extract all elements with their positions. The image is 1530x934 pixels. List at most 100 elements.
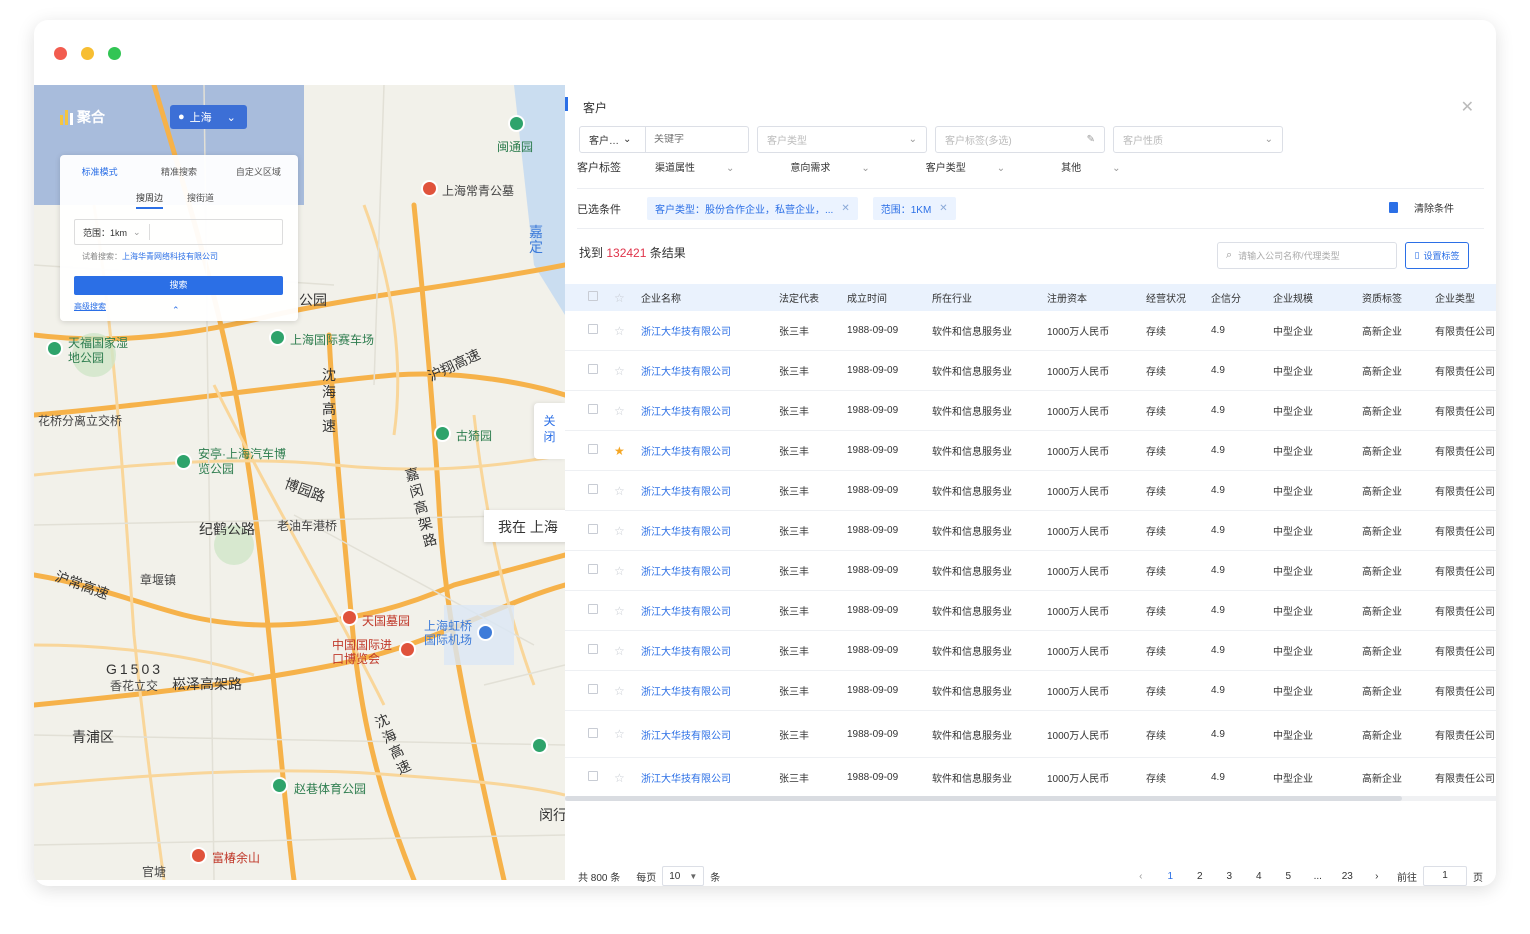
column-header[interactable]: 企信分 xyxy=(1211,290,1273,305)
company-name-link[interactable]: 浙江大华技有限公司 xyxy=(641,643,779,658)
tab-standard-mode[interactable]: 标准模式 xyxy=(60,165,139,178)
clear-conditions-button[interactable]: 清除条件 xyxy=(1389,200,1454,215)
column-header[interactable]: 成立时间 xyxy=(847,290,932,305)
star-icon[interactable]: ☆ xyxy=(614,324,625,338)
table-row[interactable]: ☆ 浙江大华技有限公司 张三丰 1988-09-09 软件和信息服务业 1000万人民币 存… xyxy=(565,511,1496,551)
maximize-window-button[interactable] xyxy=(108,47,121,60)
row-checkbox[interactable] xyxy=(588,644,598,654)
page-number[interactable]: 4 xyxy=(1244,871,1274,882)
suggestion-link[interactable]: 上海华青网络科技有限公司 xyxy=(122,252,218,261)
advanced-search-link[interactable]: 高级搜索 xyxy=(74,301,106,312)
dropdown-intent[interactable]: 意向需求 ⌄ xyxy=(790,159,897,175)
company-search-input[interactable]: ⌕ 请输入公司名称/代理类型 xyxy=(1217,242,1397,269)
page-number[interactable]: 2 xyxy=(1185,871,1215,882)
column-header[interactable]: 企业类型 xyxy=(1435,290,1495,305)
company-name-link[interactable]: 浙江大华技有限公司 xyxy=(641,563,779,578)
column-header[interactable]: 经营状况 xyxy=(1146,290,1211,305)
row-checkbox[interactable] xyxy=(588,564,598,574)
row-checkbox[interactable] xyxy=(588,684,598,694)
table-row[interactable]: ☆ 浙江大华技有限公司 张三丰 1988-09-09 软件和信息服务业 1000万人民币 存… xyxy=(565,471,1496,511)
condition-chip[interactable]: 范围：1KM ✕ xyxy=(872,197,956,220)
table-row[interactable]: ☆ 浙江大华技有限公司 张三丰 1988-09-09 软件和信息服务业 1000万人民币 存… xyxy=(565,351,1496,391)
map-view[interactable]: 聚合 ● 上海 ⌄ 标准模式 精准搜索 自定义区域 搜周边 搜街道 范围：1km… xyxy=(34,85,565,880)
tab-custom-area[interactable]: 自定义区域 xyxy=(219,165,298,178)
range-input[interactable]: 范围：1km ⌄ xyxy=(74,219,283,245)
column-header[interactable]: 企业规模 xyxy=(1273,290,1362,305)
close-icon[interactable]: ✕ xyxy=(841,203,849,214)
customer-nature-select[interactable]: 客户性质 ⌄ xyxy=(1113,126,1283,153)
minimize-window-button[interactable] xyxy=(81,47,94,60)
company-name-link[interactable]: 浙江大华技有限公司 xyxy=(641,603,779,618)
horizontal-scrollbar[interactable] xyxy=(565,796,1402,801)
close-icon[interactable]: ✕ xyxy=(939,203,947,214)
condition-chip[interactable]: 客户类型：股份合作企业，私营企业，... ✕ xyxy=(647,197,858,220)
goto-page-input[interactable]: 1 xyxy=(1423,866,1467,886)
company-name-link[interactable]: 浙江大华技有限公司 xyxy=(641,363,779,378)
select-all-checkbox[interactable] xyxy=(588,291,598,301)
table-row[interactable]: ☆ 浙江大华技有限公司 张三丰 1988-09-09 软件和信息服务业 1000万人民币 存… xyxy=(565,551,1496,591)
company-name-link[interactable]: 浙江大华技有限公司 xyxy=(641,403,779,418)
column-header[interactable]: 企业名称 xyxy=(641,290,779,305)
company-name-link[interactable]: 浙江大华技有限公司 xyxy=(641,727,779,742)
table-row[interactable]: ☆ 浙江大华技有限公司 张三丰 1988-09-09 软件和信息服务业 1000万人民币 存… xyxy=(565,391,1496,431)
row-checkbox[interactable] xyxy=(588,324,598,334)
row-checkbox[interactable] xyxy=(588,771,598,781)
prev-page-icon[interactable]: ‹ xyxy=(1126,871,1156,882)
table-row[interactable]: ☆ 浙江大华技有限公司 张三丰 1988-09-09 软件和信息服务业 1000万人民币 存… xyxy=(565,758,1496,798)
page-number[interactable]: 3 xyxy=(1215,871,1245,882)
table-row[interactable]: ☆ 浙江大华技有限公司 张三丰 1988-09-09 软件和信息服务业 1000万人民币 存… xyxy=(565,591,1496,631)
star-icon[interactable]: ☆ xyxy=(614,564,625,578)
table-row[interactable]: ☆ 浙江大华技有限公司 张三丰 1988-09-09 软件和信息服务业 1000万人民币 存… xyxy=(565,711,1496,758)
star-icon[interactable]: ☆ xyxy=(614,727,625,741)
row-checkbox[interactable] xyxy=(588,444,598,454)
tab-precise-search[interactable]: 精准搜索 xyxy=(139,165,218,178)
star-icon[interactable]: ☆ xyxy=(614,684,625,698)
star-icon[interactable]: ☆ xyxy=(614,524,625,538)
chevron-up-icon[interactable]: ⌃ xyxy=(172,305,180,316)
company-name-link[interactable]: 浙江大华技有限公司 xyxy=(641,770,779,785)
company-name-link[interactable]: 浙江大华技有限公司 xyxy=(641,483,779,498)
per-page-select[interactable]: 10 ▼ xyxy=(662,866,705,886)
company-name-link[interactable]: 浙江大华技有限公司 xyxy=(641,683,779,698)
page-number[interactable]: 1 xyxy=(1156,871,1186,882)
table-row[interactable]: ☆ 浙江大华技有限公司 张三丰 1988-09-09 软件和信息服务业 1000万人民币 存… xyxy=(565,631,1496,671)
table-row[interactable]: ☆ 浙江大华技有限公司 张三丰 1988-09-09 软件和信息服务业 1000万人民币 存… xyxy=(565,311,1496,351)
row-checkbox[interactable] xyxy=(588,524,598,534)
page-number[interactable]: 23 xyxy=(1333,871,1363,882)
customer-type-select[interactable]: 客户类型 ⌄ xyxy=(757,126,927,153)
row-checkbox[interactable] xyxy=(588,404,598,414)
dropdown-channel[interactable]: 渠道属性 ⌄ xyxy=(655,159,762,175)
company-name-link[interactable]: 浙江大华技有限公司 xyxy=(641,443,779,458)
table-row[interactable]: ★ 浙江大华技有限公司 张三丰 1988-09-09 软件和信息服务业 1000万人民币 存… xyxy=(565,431,1496,471)
keyword-input[interactable] xyxy=(646,134,748,145)
row-checkbox[interactable] xyxy=(588,604,598,614)
keyword-scope-select[interactable]: 客户… xyxy=(589,132,619,147)
star-icon[interactable]: ☆ xyxy=(614,644,625,658)
star-icon[interactable]: ☆ xyxy=(614,484,625,498)
page-number[interactable]: 5 xyxy=(1274,871,1304,882)
set-tag-button[interactable]: ▯ 设置标签 xyxy=(1405,242,1469,269)
star-icon[interactable]: ☆ xyxy=(614,364,625,378)
column-header[interactable]: 注册资本 xyxy=(1047,290,1146,305)
map-search-button[interactable]: 搜索 xyxy=(74,276,283,295)
dropdown-other[interactable]: 其他 ⌄ xyxy=(1061,159,1148,175)
page-number[interactable]: ... xyxy=(1303,871,1333,882)
row-checkbox[interactable] xyxy=(588,484,598,494)
column-header[interactable]: 资质标签 xyxy=(1362,290,1435,305)
city-selector[interactable]: ● 上海 ⌄ xyxy=(170,105,247,129)
close-side-button[interactable]: 关 闭 xyxy=(534,403,565,459)
star-icon[interactable]: ☆ xyxy=(614,771,625,785)
table-row[interactable]: ☆ 浙江大华技有限公司 张三丰 1988-09-09 软件和信息服务业 1000万人民币 存… xyxy=(565,671,1496,711)
row-checkbox[interactable] xyxy=(588,727,598,738)
company-name-link[interactable]: 浙江大华技有限公司 xyxy=(641,523,779,538)
close-icon[interactable]: ✕ xyxy=(1461,97,1474,117)
star-icon[interactable]: ☆ xyxy=(614,604,625,618)
star-icon[interactable]: ☆ xyxy=(614,404,625,418)
close-window-button[interactable] xyxy=(54,47,67,60)
dropdown-customer-type[interactable]: 客户类型 ⌄ xyxy=(926,159,1033,175)
star-icon[interactable]: ★ xyxy=(614,444,625,458)
column-header[interactable]: 所在行业 xyxy=(932,290,1047,305)
customer-tag-select[interactable]: 客户标签(多选) ✎ xyxy=(935,126,1105,153)
tab-search-nearby[interactable]: 搜周边 xyxy=(136,191,164,209)
tab-search-street[interactable]: 搜街道 xyxy=(187,191,214,209)
